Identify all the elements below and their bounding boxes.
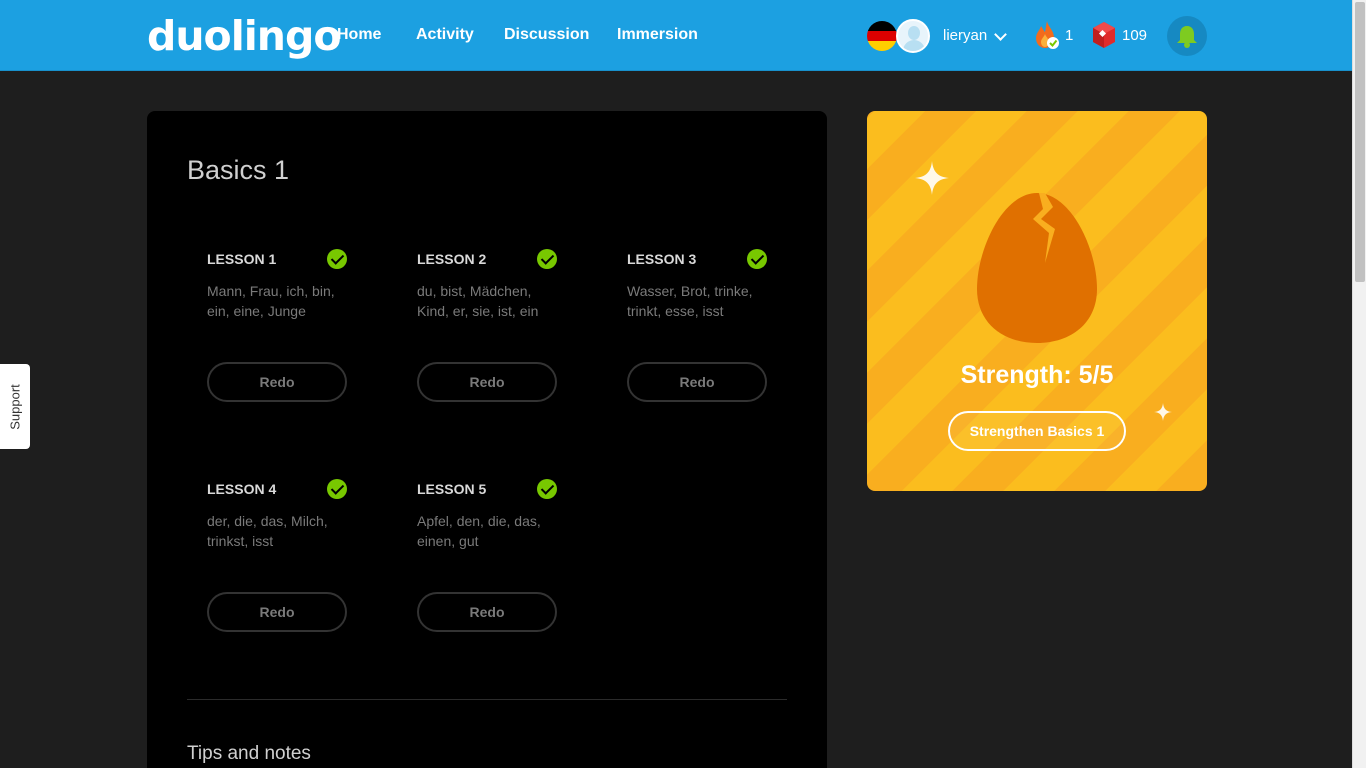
nav-immersion[interactable]: Immersion <box>617 26 698 44</box>
lesson-words: du, bist, Mädchen, Kind, er, sie, ist, e… <box>417 283 539 319</box>
top-nav-bar: duolingo Home Activity Discussion Immers… <box>0 0 1352 71</box>
check-icon <box>327 479 347 499</box>
tips-and-notes-heading[interactable]: Tips and notes <box>187 743 311 765</box>
nav-discussion[interactable]: Discussion <box>504 26 589 44</box>
support-tab[interactable]: Support <box>0 364 30 449</box>
lesson-words: Mann, Frau, ich, bin, ein, eine, Junge <box>207 283 335 319</box>
sparkle-icon <box>1154 403 1172 421</box>
check-icon <box>537 479 557 499</box>
lesson-words: Wasser, Brot, trinke, trinkt, esse, isst <box>627 283 753 319</box>
lesson-words: Apfel, den, die, das, einen, gut <box>417 513 541 549</box>
notifications-button[interactable] <box>1167 16 1207 56</box>
chevron-down-icon[interactable] <box>994 28 1007 41</box>
check-icon <box>537 249 557 269</box>
username[interactable]: lieryan <box>943 27 987 44</box>
vertical-scrollbar[interactable] <box>1352 0 1366 768</box>
redo-button[interactable]: Redo <box>627 362 767 402</box>
lesson-title: LESSON 2 <box>417 251 487 267</box>
lesson-words: der, die, das, Milch, trinkst, isst <box>207 513 328 549</box>
lingot-icon[interactable] <box>1092 21 1116 49</box>
lesson-title: LESSON 4 <box>207 481 277 497</box>
lingot-count: 109 <box>1122 27 1148 44</box>
redo-button[interactable]: Redo <box>417 592 557 632</box>
sparkle-icon <box>915 161 949 195</box>
redo-button[interactable]: Redo <box>207 362 347 402</box>
avatar[interactable] <box>896 19 930 53</box>
nav-home[interactable]: Home <box>337 26 381 44</box>
streak-count: 1 <box>1065 27 1074 44</box>
nav-activity[interactable]: Activity <box>416 26 474 44</box>
check-icon <box>327 249 347 269</box>
skill-card: Basics 1 LESSON 1 Mann, Frau, ich, bin, … <box>147 111 827 768</box>
strength-label: Strength: 5/5 <box>960 361 1114 389</box>
bell-icon <box>1177 26 1197 48</box>
divider <box>187 699 787 700</box>
duolingo-logo[interactable]: duolingo <box>147 12 342 60</box>
strengthen-skill-button[interactable]: Strengthen Basics 1 <box>948 411 1126 451</box>
lesson-title: LESSON 5 <box>417 481 487 497</box>
lesson-title: LESSON 3 <box>627 251 697 267</box>
scrollbar-thumb[interactable] <box>1355 2 1365 282</box>
german-flag-icon[interactable] <box>867 21 897 51</box>
redo-button[interactable]: Redo <box>207 592 347 632</box>
streak-flame-icon[interactable] <box>1034 20 1060 50</box>
redo-button[interactable]: Redo <box>417 362 557 402</box>
cracked-egg-icon <box>977 193 1097 343</box>
lesson-title: LESSON 1 <box>207 251 277 267</box>
strength-card: Strength: 5/5 Strengthen Basics 1 <box>867 111 1207 491</box>
skill-title: Basics 1 <box>187 155 290 185</box>
check-icon <box>747 249 767 269</box>
support-label: Support <box>7 383 23 430</box>
